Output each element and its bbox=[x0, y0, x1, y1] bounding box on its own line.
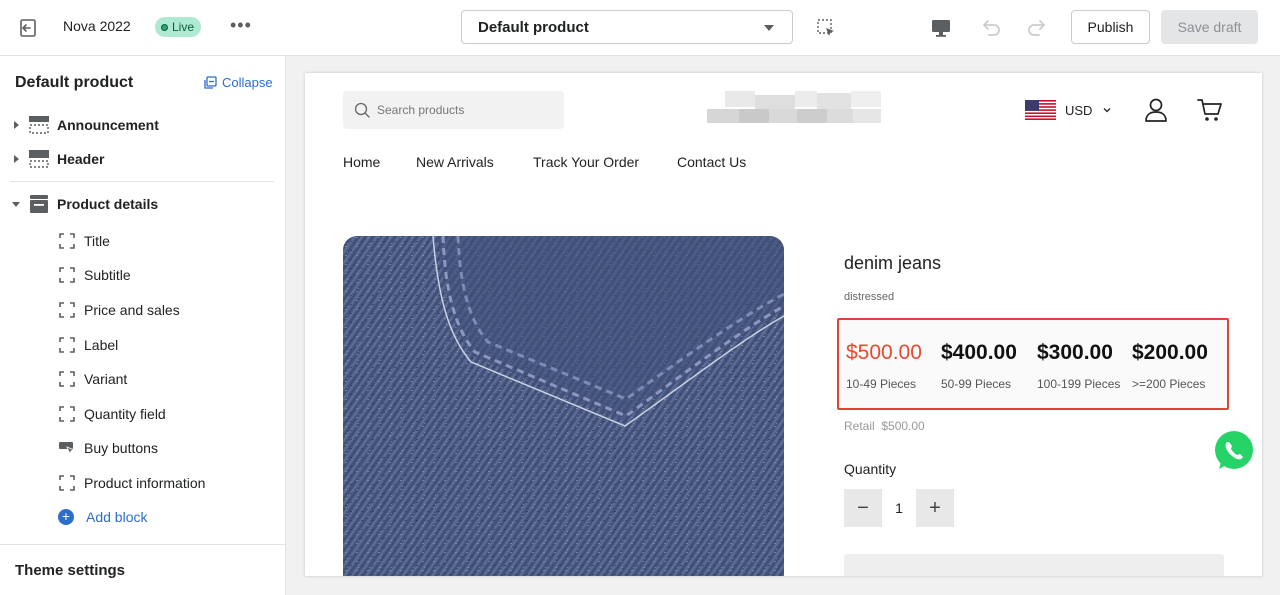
tier-price: $200.00 bbox=[1132, 341, 1208, 364]
whatsapp-icon[interactable] bbox=[1211, 428, 1257, 474]
sidebar-item-announcement[interactable]: Announcement bbox=[0, 110, 285, 140]
publish-button[interactable]: Publish bbox=[1071, 10, 1150, 44]
us-flag-icon[interactable] bbox=[1025, 100, 1056, 120]
block-label: Price and sales bbox=[84, 302, 180, 318]
section-layout-icon bbox=[29, 150, 49, 168]
sidebar-item-label: Header bbox=[57, 151, 105, 167]
status-badge: Live bbox=[155, 17, 202, 37]
save-draft-button[interactable]: Save draft bbox=[1161, 10, 1258, 44]
quantity-increase-button[interactable]: + bbox=[916, 489, 954, 527]
block-label: Subtitle bbox=[84, 267, 131, 283]
block-label: Variant bbox=[84, 371, 128, 387]
exit-icon[interactable] bbox=[18, 17, 40, 39]
product-image bbox=[343, 236, 784, 576]
chevron-down-icon bbox=[1103, 108, 1111, 113]
sidebar-item-label: Announcement bbox=[57, 117, 159, 133]
tier-price: $300.00 bbox=[1037, 341, 1113, 364]
block-label: Title bbox=[84, 233, 110, 249]
store-logo-blurred bbox=[707, 91, 881, 123]
template-select[interactable]: Default product bbox=[461, 10, 793, 44]
theme-settings-label: Theme settings bbox=[15, 562, 126, 579]
divider bbox=[10, 181, 274, 182]
add-to-cart-button[interactable] bbox=[844, 554, 1224, 576]
tier-quantity: >=200 Pieces bbox=[1132, 377, 1206, 391]
buy-button-icon bbox=[59, 442, 75, 456]
redo-icon[interactable] bbox=[1026, 16, 1048, 38]
block-item-label[interactable]: Label bbox=[0, 330, 285, 360]
tier-quantity: 50-99 Pieces bbox=[941, 377, 1012, 391]
cart-icon[interactable] bbox=[1197, 97, 1223, 123]
add-block-label: Add block bbox=[86, 509, 148, 525]
search-input[interactable] bbox=[377, 91, 557, 129]
product-section-icon bbox=[30, 195, 48, 213]
sidebar-item-header[interactable]: Header bbox=[0, 144, 285, 174]
nav-link-home[interactable]: Home bbox=[343, 154, 380, 170]
plus-circle-icon: + bbox=[58, 509, 74, 525]
search-bar[interactable] bbox=[343, 91, 564, 129]
block-item-title[interactable]: Title bbox=[0, 226, 285, 256]
top-bar: Nova 2022 Live ••• Default product Publi… bbox=[0, 0, 1280, 56]
block-frame-icon bbox=[59, 302, 75, 318]
inspect-icon[interactable] bbox=[816, 18, 836, 38]
block-label: Buy buttons bbox=[84, 440, 158, 456]
section-layout-icon bbox=[29, 116, 49, 134]
tier-price: $500.00 bbox=[846, 341, 922, 364]
sidebar-title: Default product bbox=[15, 74, 134, 91]
block-item-subtitle[interactable]: Subtitle bbox=[0, 260, 285, 290]
desktop-icon[interactable] bbox=[930, 17, 952, 39]
retail-price: Retail $500.00 bbox=[844, 419, 925, 433]
block-item-quantity-field[interactable]: Quantity field bbox=[0, 399, 285, 429]
add-block-button[interactable]: + Add block bbox=[0, 502, 285, 532]
collapse-button[interactable]: Collapse bbox=[204, 75, 273, 90]
block-frame-icon bbox=[59, 233, 75, 249]
block-frame-icon bbox=[59, 475, 75, 491]
block-label: Label bbox=[84, 337, 119, 353]
collapse-icon bbox=[204, 76, 217, 89]
sidebar: Default product Collapse Announcement He… bbox=[0, 56, 286, 595]
live-dot-icon bbox=[161, 23, 168, 31]
tier-quantity: 10-49 Pieces bbox=[846, 377, 917, 391]
quantity-decrease-button[interactable]: − bbox=[844, 489, 882, 527]
nav-link-contact-us[interactable]: Contact Us bbox=[677, 154, 746, 170]
quantity-value[interactable]: 1 bbox=[882, 489, 916, 527]
store-name: Nova 2022 bbox=[63, 18, 131, 34]
theme-settings-item[interactable]: Theme settings bbox=[0, 544, 285, 595]
template-select-value: Default product bbox=[478, 19, 589, 36]
block-frame-icon bbox=[59, 371, 75, 387]
block-item-buy-buttons[interactable]: Buy buttons bbox=[0, 433, 285, 463]
chevron-right-icon bbox=[14, 121, 19, 129]
undo-icon[interactable] bbox=[980, 16, 1002, 38]
block-label: Product information bbox=[84, 475, 206, 491]
sidebar-item-label: Product details bbox=[57, 196, 159, 212]
nav-link-new-arrivals[interactable]: New Arrivals bbox=[416, 154, 494, 170]
chevron-right-icon bbox=[14, 155, 19, 163]
tiered-pricing-box: $500.00 10-49 Pieces $400.00 50-99 Piece… bbox=[837, 318, 1229, 410]
nav-link-track-order[interactable]: Track Your Order bbox=[533, 154, 639, 170]
block-item-product-information[interactable]: Product information bbox=[0, 468, 285, 498]
product-subtitle: distressed bbox=[844, 291, 895, 303]
quantity-label: Quantity bbox=[844, 461, 897, 477]
search-icon bbox=[354, 102, 370, 118]
status-badge-label: Live bbox=[172, 20, 195, 34]
product-title: denim jeans bbox=[844, 253, 942, 273]
user-icon[interactable] bbox=[1143, 97, 1169, 123]
block-item-price-and-sales[interactable]: Price and sales bbox=[0, 295, 285, 325]
block-label: Quantity field bbox=[84, 406, 166, 422]
block-frame-icon bbox=[59, 406, 75, 422]
tier-quantity: 100-199 Pieces bbox=[1037, 377, 1121, 391]
tier-price: $400.00 bbox=[941, 341, 1017, 364]
block-item-variant[interactable]: Variant bbox=[0, 364, 285, 394]
currency-selector[interactable]: USD bbox=[1065, 103, 1092, 118]
chevron-down-icon bbox=[12, 201, 20, 207]
block-frame-icon bbox=[59, 337, 75, 353]
collapse-label: Collapse bbox=[222, 75, 273, 90]
block-frame-icon bbox=[59, 267, 75, 283]
chevron-down-icon bbox=[764, 25, 774, 31]
more-menu-button[interactable]: ••• bbox=[230, 15, 252, 36]
sidebar-item-product-details[interactable]: Product details bbox=[0, 189, 285, 219]
store-preview: USD Home New Arrivals Track Your Order C… bbox=[305, 73, 1262, 576]
